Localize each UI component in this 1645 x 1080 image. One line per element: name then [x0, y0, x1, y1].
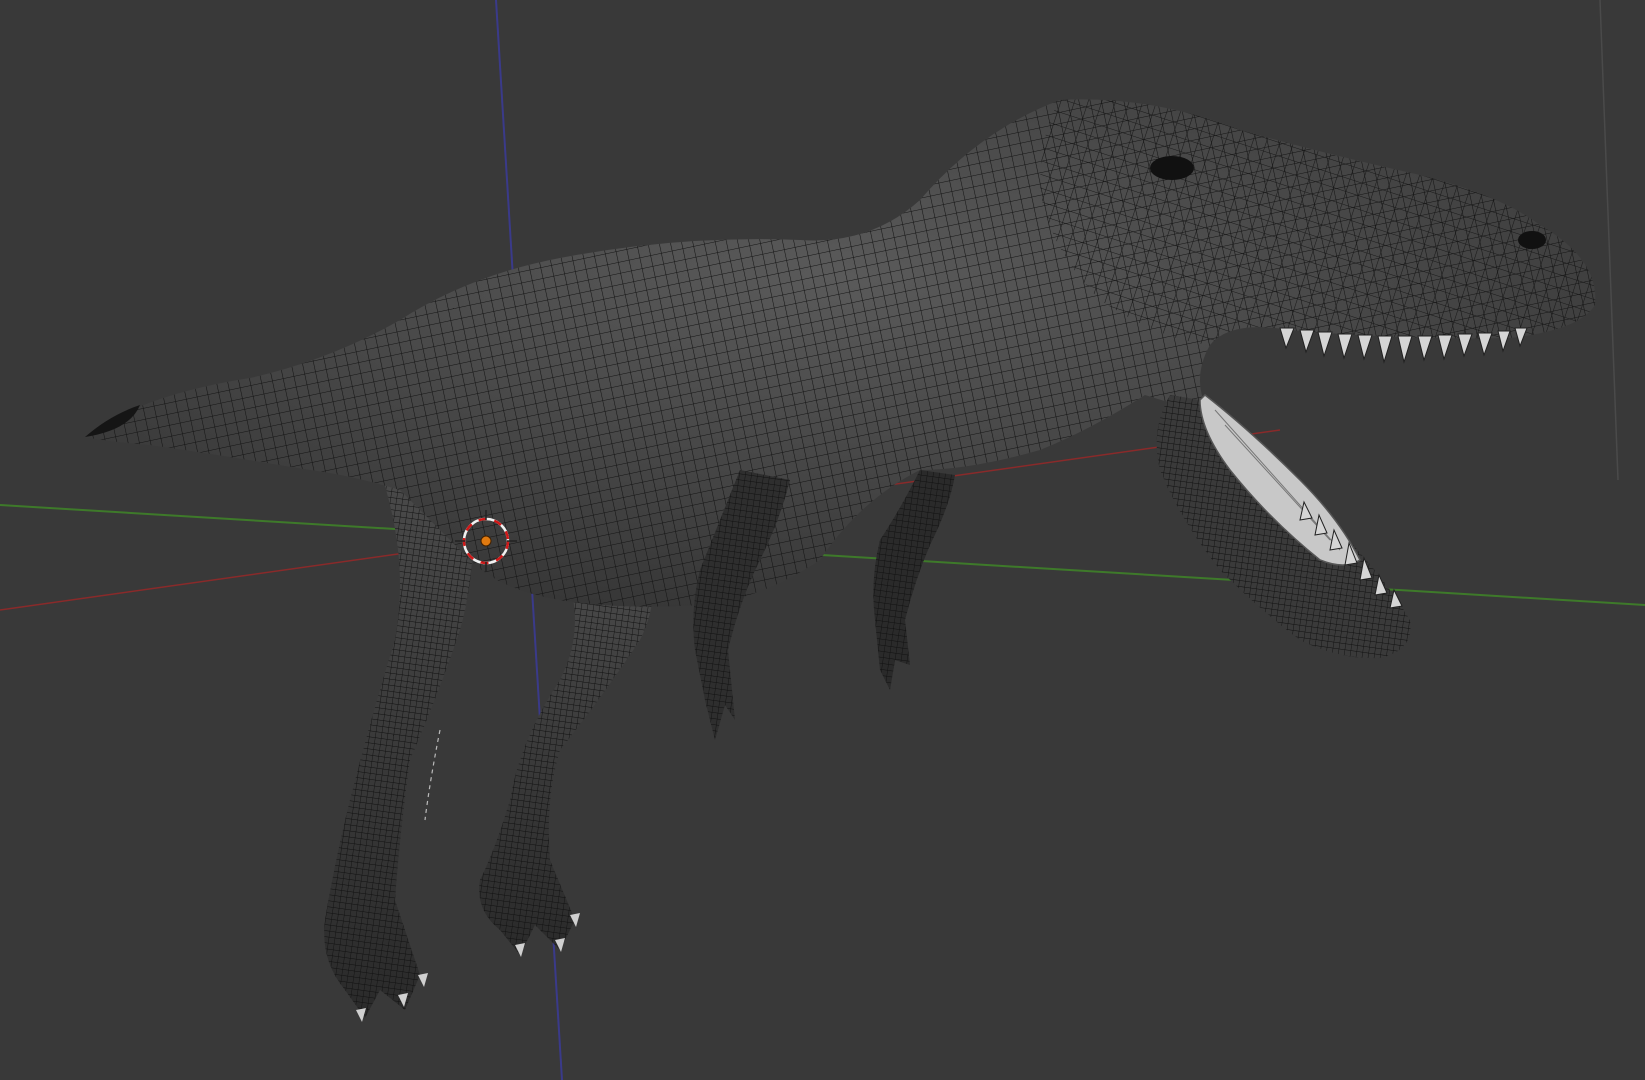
camera-edge-line: [1599, 0, 1619, 481]
back-left-leg: [324, 470, 474, 1018]
selection-guide-line: [424, 729, 441, 821]
back-right-leg: [479, 560, 654, 955]
right-arm: [873, 470, 955, 690]
nostril: [1518, 231, 1546, 249]
eye-socket: [1150, 156, 1194, 180]
lower-jaw: [1156, 394, 1411, 659]
object-origin-dot[interactable]: [480, 535, 492, 547]
head: [1040, 99, 1596, 345]
viewport-canvas[interactable]: [0, 0, 1645, 1080]
3d-viewport[interactable]: [0, 0, 1645, 1080]
dinosaur-mesh[interactable]: [85, 99, 1596, 1022]
